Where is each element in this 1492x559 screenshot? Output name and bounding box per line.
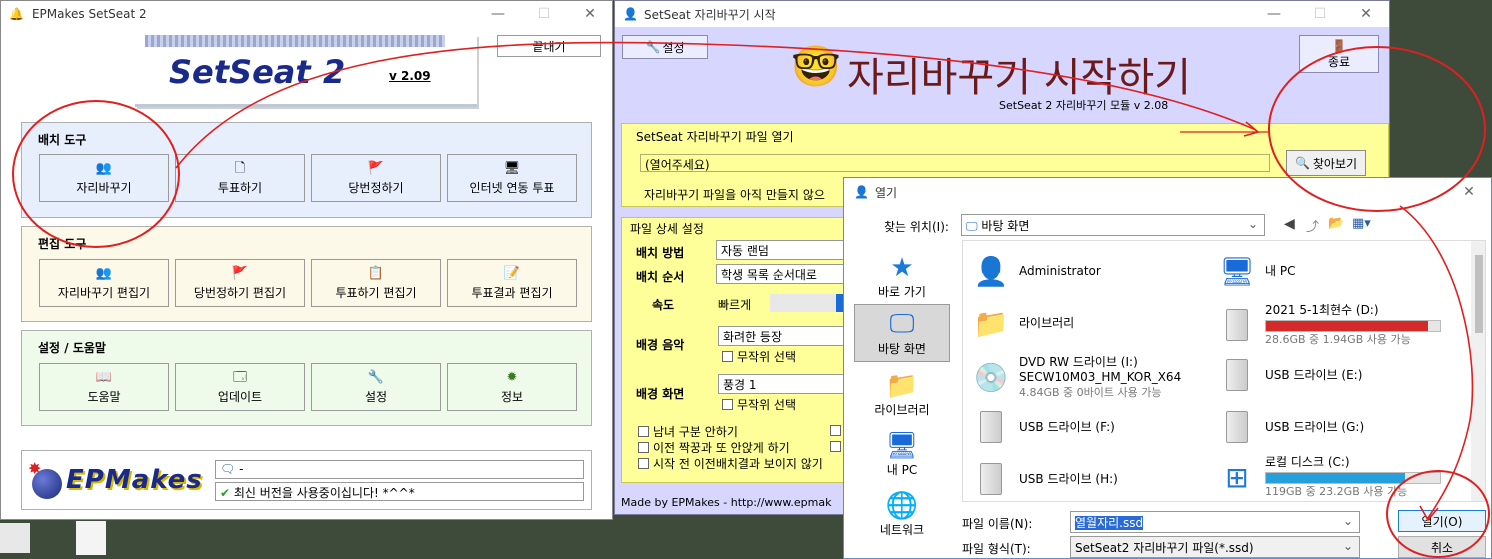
annotation-arrows bbox=[175, 41, 1474, 522]
